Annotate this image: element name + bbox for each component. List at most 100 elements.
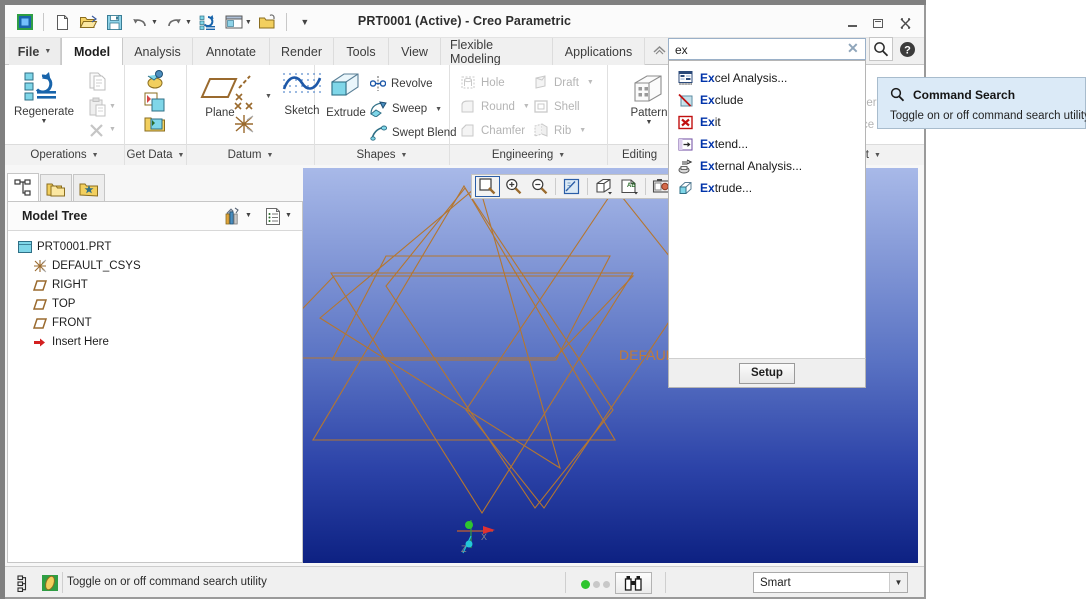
search-result-exit[interactable]: Exit — [669, 111, 865, 133]
customize-icon[interactable]: ▼ — [293, 10, 317, 34]
ribbon-group-shapes: Extrude Revolve Sweep ▼ Swept Blend Shap… — [315, 65, 457, 165]
save-icon[interactable] — [102, 10, 126, 34]
folder-browser-tab[interactable] — [40, 174, 72, 202]
search-tool-button[interactable] — [615, 572, 652, 594]
tab-render[interactable]: Render — [270, 38, 334, 65]
sweep-button[interactable]: Sweep ▼ — [370, 101, 442, 117]
chevron-down-icon[interactable]: ▼ — [435, 106, 442, 113]
extrude-button[interactable]: Extrude — [315, 71, 377, 119]
merge-inherit-button[interactable] — [144, 114, 166, 139]
chevron-down-icon[interactable]: ▼ — [889, 573, 907, 592]
tab-tools[interactable]: Tools — [334, 38, 389, 65]
display-dropdown-caret[interactable]: ▼ — [285, 212, 292, 219]
match-prefix: Ex — [700, 71, 715, 85]
extend-icon — [677, 136, 693, 152]
window-dropdown-caret[interactable]: ▼ — [245, 19, 252, 26]
tab-annotate[interactable]: Annotate — [193, 38, 270, 65]
setup-button[interactable]: Setup — [739, 362, 795, 384]
redo-icon[interactable] — [162, 10, 186, 34]
tab-flexible-modeling[interactable]: Flexible Modeling — [441, 38, 553, 66]
minimize-ribbon-button[interactable] — [648, 40, 670, 60]
tab-applications[interactable]: Applications — [553, 38, 645, 65]
tab-file[interactable]: File ▼ — [9, 38, 61, 65]
search-input[interactable] — [673, 41, 838, 58]
clear-search-icon[interactable]: ✕ — [847, 41, 860, 56]
chevron-down-icon[interactable]: ▼ — [523, 103, 530, 110]
zoom-out-button[interactable] — [527, 176, 552, 197]
status-layer-icon[interactable] — [38, 572, 62, 594]
undo-dropdown-caret[interactable]: ▼ — [151, 19, 158, 26]
settings-dropdown-caret[interactable]: ▼ — [245, 212, 252, 219]
delete-dropdown-caret[interactable]: ▼ — [109, 126, 116, 133]
revolve-button[interactable]: Revolve — [370, 76, 433, 91]
round-button[interactable]: Round ▼ — [460, 99, 530, 114]
tab-model-label: Model — [73, 44, 111, 59]
ribbon-group-label-datum[interactable]: Datum ▼ — [187, 144, 314, 165]
hole-button[interactable]: Hole — [460, 75, 505, 90]
zoom-in-button[interactable] — [501, 176, 526, 197]
model-tree-tab[interactable] — [7, 173, 39, 202]
new-icon[interactable] — [50, 10, 74, 34]
search-result-extrude[interactable]: Extrude... — [669, 177, 865, 199]
refit-button[interactable] — [475, 176, 500, 197]
search-result-label: Excel Analysis... — [700, 71, 787, 85]
annotation-display-button[interactable]: AB — [617, 176, 642, 197]
delete-button[interactable] — [88, 122, 107, 144]
draft-button[interactable]: Draft ▼ — [533, 75, 594, 90]
model-tree-settings-button[interactable] — [222, 205, 244, 227]
close-button[interactable] — [896, 15, 914, 31]
regenerate-button[interactable]: Regenerate ▼ — [13, 70, 75, 125]
favorites-tab[interactable] — [73, 174, 105, 202]
chevron-down-icon[interactable]: ▼ — [579, 127, 586, 134]
copy-button[interactable] — [88, 71, 107, 96]
ribbon-group-label-get-data[interactable]: Get Data ▼ — [125, 144, 186, 165]
undo-icon[interactable] — [128, 10, 152, 34]
chevron-down-icon[interactable]: ▼ — [41, 118, 48, 125]
tree-item-default-csys[interactable]: DEFAULT_CSYS — [33, 258, 302, 274]
creo-logo-icon[interactable] — [13, 10, 37, 34]
tab-model[interactable]: Model — [61, 38, 123, 66]
maximize-button[interactable] — [869, 15, 887, 31]
search-result-excel-analysis[interactable]: Excel Analysis... — [669, 67, 865, 89]
repaint-button[interactable] — [559, 176, 584, 197]
display-style-button[interactable] — [591, 176, 616, 197]
paste-button[interactable] — [88, 97, 107, 122]
command-search-box[interactable]: ✕ — [668, 38, 866, 60]
shell-button[interactable]: Shell — [533, 99, 580, 114]
ribbon-group-label-engineering[interactable]: Engineering ▼ — [450, 144, 607, 165]
ribbon-group-label-operations[interactable]: Operations ▼ — [5, 144, 124, 165]
open-icon[interactable] — [76, 10, 100, 34]
ribbon-group-label-shapes[interactable]: Shapes ▼ — [315, 144, 449, 165]
tree-item-part[interactable]: PRT0001.PRT — [18, 239, 302, 255]
rib-button[interactable]: Rib ▼ — [533, 123, 586, 138]
tree-item-top[interactable]: TOP — [33, 296, 302, 312]
chevron-down-icon[interactable]: ▼ — [587, 79, 594, 86]
status-model-tree-icon[interactable] — [13, 572, 37, 594]
selection-filter-dropdown[interactable]: Smart ▼ — [753, 572, 908, 593]
minimize-button[interactable] — [843, 15, 861, 31]
search-result-extend[interactable]: Extend... — [669, 133, 865, 155]
folder-icon[interactable] — [256, 10, 280, 34]
match-rest: it — [714, 115, 721, 129]
help-button[interactable]: ? — [896, 38, 918, 60]
chamfer-button[interactable]: Chamfer ▼ — [460, 123, 540, 138]
regenerate-icon[interactable] — [196, 10, 220, 34]
command-search-toggle-button[interactable] — [869, 37, 893, 61]
search-result-exclude[interactable]: Exclude — [669, 89, 865, 111]
tree-item-right[interactable]: RIGHT — [33, 277, 302, 293]
search-result-external-analysis[interactable]: External Analysis... — [669, 155, 865, 177]
window-icon[interactable] — [222, 10, 246, 34]
chevron-down-icon[interactable]: ▼ — [646, 119, 653, 126]
gfx-separator-1 — [555, 178, 556, 195]
tab-view[interactable]: View — [389, 38, 441, 65]
model-tree-display-button[interactable] — [262, 205, 284, 227]
coordinate-system-button[interactable] — [233, 113, 259, 140]
tree-item-insert-here[interactable]: Insert Here — [33, 334, 302, 350]
tree-item-front[interactable]: FRONT — [33, 315, 302, 331]
swept-blend-button[interactable]: Swept Blend — [370, 125, 457, 141]
tree-item-label: FRONT — [52, 317, 92, 329]
regenerate-big-icon — [24, 72, 56, 101]
tab-analysis[interactable]: Analysis — [123, 38, 193, 65]
redo-dropdown-caret[interactable]: ▼ — [185, 19, 192, 26]
paste-dropdown-caret[interactable]: ▼ — [109, 103, 116, 110]
